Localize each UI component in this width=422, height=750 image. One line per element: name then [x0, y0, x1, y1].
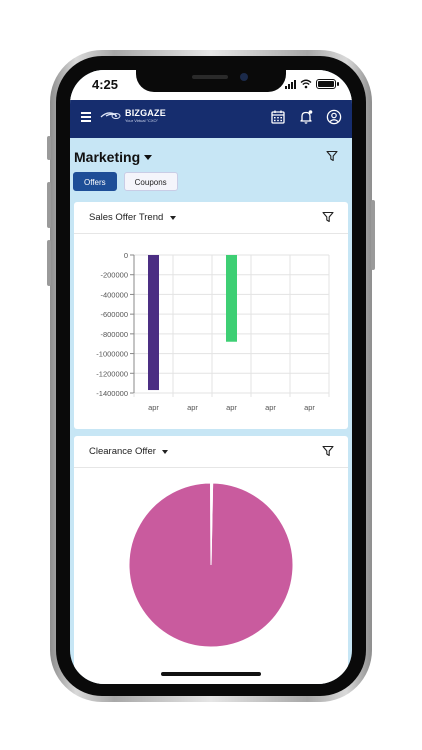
- battery-icon: [316, 79, 339, 89]
- logo-name: BIZGAZE: [125, 108, 166, 118]
- signal-icon: [285, 79, 296, 89]
- header-actions: [270, 109, 342, 125]
- y-tick-label: -800000: [100, 330, 128, 339]
- page-title[interactable]: Marketing: [74, 149, 140, 165]
- logo-wordmark: BIZGAZE Your Virtual "CXO": [125, 108, 166, 124]
- y-tick-label: -600000: [100, 310, 128, 319]
- bell-icon[interactable]: [298, 109, 314, 125]
- phone-screen: 4:25 BIZGAZE Your Virtual "CXO" Marketin…: [70, 70, 352, 684]
- wifi-icon: [300, 79, 312, 89]
- offer-tabs: Offers Coupons: [73, 172, 178, 191]
- tab-offers[interactable]: Offers: [73, 172, 117, 191]
- y-tick-label: 0: [124, 251, 128, 260]
- sales-offer-trend-card: Sales Offer Trend 0 -200000 -400000 -600000…: [74, 202, 348, 429]
- x-tick-label: apr: [148, 403, 159, 412]
- card-header: Clearance Offer: [74, 436, 348, 468]
- screenshot-stage: 4:25 BIZGAZE Your Virtual "CXO" Marketin…: [0, 0, 422, 750]
- y-tick-label: -200000: [100, 271, 128, 280]
- sales-offer-trend-chart: 0 -200000 -400000 -600000 -800000 -1000000 -12…: [96, 251, 330, 412]
- filter-icon[interactable]: [326, 150, 338, 162]
- logo-swoosh-icon: [100, 112, 121, 119]
- x-tick-label: apr: [226, 403, 237, 412]
- menu-icon[interactable]: [81, 112, 91, 122]
- bar: [148, 255, 159, 391]
- app-header: BIZGAZE Your Virtual "CXO": [70, 100, 352, 138]
- status-bar: 4:25: [70, 70, 352, 100]
- volume-down-button: [47, 240, 51, 286]
- card-title[interactable]: Sales Offer Trend: [89, 212, 163, 223]
- clearance-offer-card: Clearance Offer: [74, 436, 348, 684]
- chevron-down-icon[interactable]: [144, 155, 152, 160]
- user-icon[interactable]: [326, 109, 342, 125]
- volume-up-button: [47, 182, 51, 228]
- speaker-grille: [192, 75, 228, 79]
- y-tick-label: -400000: [100, 290, 128, 299]
- bar: [226, 255, 237, 342]
- tab-coupons[interactable]: Coupons: [123, 172, 178, 191]
- chevron-down-icon[interactable]: [170, 216, 176, 220]
- x-tick-label: apr: [265, 403, 276, 412]
- x-tick-label: apr: [187, 403, 198, 412]
- status-time: 4:25: [92, 77, 119, 92]
- bizgaze-logo[interactable]: BIZGAZE Your Virtual "CXO": [100, 109, 166, 123]
- filter-icon[interactable]: [322, 211, 334, 223]
- home-indicator: [161, 672, 261, 676]
- calendar-icon[interactable]: [270, 109, 286, 125]
- y-tick-label: -1200000: [96, 369, 128, 378]
- logo-tagline: Your Virtual "CXO": [125, 118, 159, 123]
- mute-switch: [47, 136, 51, 160]
- filter-icon[interactable]: [322, 445, 334, 457]
- power-button: [371, 200, 375, 270]
- y-tick-label: -1000000: [96, 350, 128, 359]
- chevron-down-icon[interactable]: [162, 450, 168, 454]
- x-tick-label: apr: [304, 403, 315, 412]
- front-camera: [240, 73, 248, 81]
- page-title-bar: Marketing: [70, 138, 352, 172]
- card-header: Sales Offer Trend: [74, 202, 348, 234]
- status-indicators: [285, 79, 339, 89]
- card-title[interactable]: Clearance Offer: [89, 446, 156, 457]
- notch: [136, 70, 286, 92]
- y-tick-label: -1400000: [96, 389, 128, 398]
- clearance-offer-chart: [128, 482, 294, 648]
